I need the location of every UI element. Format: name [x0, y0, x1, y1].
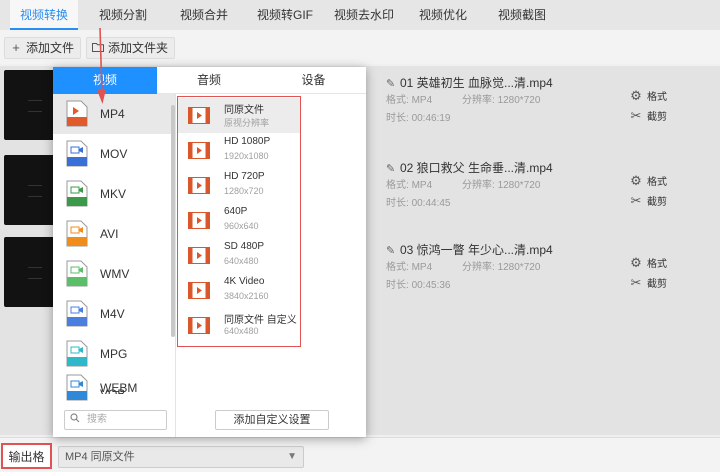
resolution-item[interactable]: SD 480P 640x480	[178, 238, 300, 273]
tab-video-convert[interactable]: 视频转换	[10, 0, 79, 30]
file-actions: ⚙ 格式 ✂ 截剪	[628, 171, 698, 211]
resolution-item[interactable]: 4K Video 3840x2160	[178, 273, 300, 308]
tab-video-screenshot[interactable]: 视频截图	[498, 0, 546, 30]
search-placeholder: 搜索	[87, 414, 107, 425]
tab-video-split[interactable]: 视频分割	[99, 0, 147, 30]
film-icon	[188, 282, 210, 299]
file-duration: 时长: 00:44:45	[386, 198, 451, 209]
gear-icon: ⚙	[630, 173, 642, 188]
film-icon	[188, 177, 210, 194]
wmv-file-icon	[66, 260, 88, 287]
main-nav: 视频转换 视频分割 视频合并 视频转GIF 视频去水印 视频优化 视频截图	[0, 0, 720, 30]
clip-button[interactable]: ✂ 截剪	[628, 273, 698, 293]
format-popup: 视频 音频 设备 MP4 MOV MKV AVI WMV M4V MPG VOB…	[53, 67, 366, 437]
file-meta: 格式: MP4 分辨率: 1280*720	[386, 95, 541, 106]
format-item-mp4[interactable]: MP4	[53, 94, 175, 134]
gear-icon: ⚙	[630, 88, 642, 103]
add-folder-label: 添加文件夹	[108, 41, 169, 55]
chevron-down-icon: ▼	[287, 451, 297, 462]
file-name[interactable]: ✎ 02 狼口救父 生命垂...清.mp4	[386, 159, 616, 177]
format-button[interactable]: ⚙ 格式	[628, 171, 698, 191]
format-list: MP4 MOV MKV AVI WMV M4V MPG VOB	[53, 94, 175, 394]
webm-file-icon	[66, 374, 88, 401]
format-item-avi[interactable]: AVI	[53, 214, 175, 254]
file-meta: 格式: MP4 分辨率: 1280*720	[386, 180, 541, 191]
tab-video-to-gif[interactable]: 视频转GIF	[257, 0, 313, 30]
file-duration: 时长: 00:46:19	[386, 113, 451, 124]
mp4-file-icon	[66, 100, 88, 127]
film-icon	[188, 317, 210, 334]
file-meta: 格式: MP4 分辨率: 1280*720	[386, 262, 541, 273]
resolution-item[interactable]: 同原文件 原视分辨率	[178, 98, 300, 133]
edit-icon[interactable]: ✎	[386, 242, 398, 260]
tab-video-merge[interactable]: 视频合并	[180, 0, 228, 30]
format-button[interactable]: ⚙ 格式	[628, 253, 698, 273]
red-arrow-indicator	[97, 28, 106, 104]
tab-video-optimize[interactable]: 视频优化	[419, 0, 467, 30]
file-name[interactable]: ✎ 01 英雄初生 血脉觉...清.mp4	[386, 74, 616, 92]
format-item-mpg[interactable]: MPG	[53, 334, 175, 374]
mpg-file-icon	[66, 340, 88, 367]
add-file-label: 添加文件	[26, 41, 75, 55]
format-item-webm[interactable]: WEBM	[53, 372, 175, 404]
resolution-list: 同原文件 原视分辨率 HD 1080P 1920x1080 HD 720P 1280x…	[177, 96, 301, 347]
format-item-mov[interactable]: MOV	[53, 134, 175, 174]
film-icon	[188, 247, 210, 264]
mkv-file-icon	[66, 180, 88, 207]
output-bar: 输出格式 MP4 同原文件 ▼	[0, 437, 720, 472]
output-format-label: 输出格式	[1, 443, 52, 469]
file-actions: ⚙ 格式 ✂ 截剪	[628, 86, 698, 126]
search-icon	[70, 411, 80, 429]
film-icon	[188, 142, 210, 159]
output-format-select[interactable]: MP4 同原文件 ▼	[58, 446, 304, 468]
gear-icon: ⚙	[630, 255, 642, 270]
format-item-m4v[interactable]: M4V	[53, 294, 175, 334]
tab-popup-device[interactable]: 设备	[261, 67, 366, 94]
edit-icon[interactable]: ✎	[386, 75, 398, 93]
resolution-item[interactable]: 同原文件 自定义 640x480	[178, 308, 300, 343]
format-search-input[interactable]: 搜索	[64, 410, 167, 430]
resolution-item[interactable]: HD 720P 1280x720	[178, 168, 300, 203]
file-info: ✎ 03 惊鸿一瞥 年少心...清.mp4 格式: MP4 分辨率: 1280*72…	[386, 241, 616, 295]
add-custom-setting-button[interactable]: 添加自定义设置	[215, 410, 329, 430]
scissors-icon: ✂	[630, 193, 642, 208]
add-file-button[interactable]: + 添加文件	[4, 37, 82, 59]
plus-icon: +	[12, 40, 20, 55]
clip-button[interactable]: ✂ 截剪	[628, 191, 698, 211]
file-info: ✎ 02 狼口救父 生命垂...清.mp4 格式: MP4 分辨率: 1280*72…	[386, 159, 616, 213]
file-actions: ⚙ 格式 ✂ 截剪	[628, 253, 698, 293]
format-item-mkv[interactable]: MKV	[53, 174, 175, 214]
scissors-icon: ✂	[630, 108, 642, 123]
scissors-icon: ✂	[630, 275, 642, 290]
resolution-item[interactable]: 640P 960x640	[178, 203, 300, 238]
m4v-file-icon	[66, 300, 88, 327]
output-format-value: MP4 同原文件	[65, 451, 135, 463]
mov-file-icon	[66, 140, 88, 167]
resolution-item[interactable]: HD 1080P 1920x1080	[178, 133, 300, 168]
format-item-wmv[interactable]: WMV	[53, 254, 175, 294]
avi-file-icon	[66, 220, 88, 247]
tab-remove-watermark[interactable]: 视频去水印	[334, 0, 394, 30]
clip-button[interactable]: ✂ 截剪	[628, 106, 698, 126]
film-icon	[188, 212, 210, 229]
file-info: ✎ 01 英雄初生 血脉觉...清.mp4 格式: MP4 分辨率: 1280*72…	[386, 74, 616, 128]
popup-divider	[175, 94, 176, 437]
file-name[interactable]: ✎ 03 惊鸿一瞥 年少心...清.mp4	[386, 241, 616, 259]
format-button[interactable]: ⚙ 格式	[628, 86, 698, 106]
toolbar: + 添加文件 添加文件夹	[0, 30, 720, 64]
edit-icon[interactable]: ✎	[386, 160, 398, 178]
tab-popup-audio[interactable]: 音频	[157, 67, 261, 94]
film-icon	[188, 107, 210, 124]
file-duration: 时长: 00:45:36	[386, 280, 451, 291]
